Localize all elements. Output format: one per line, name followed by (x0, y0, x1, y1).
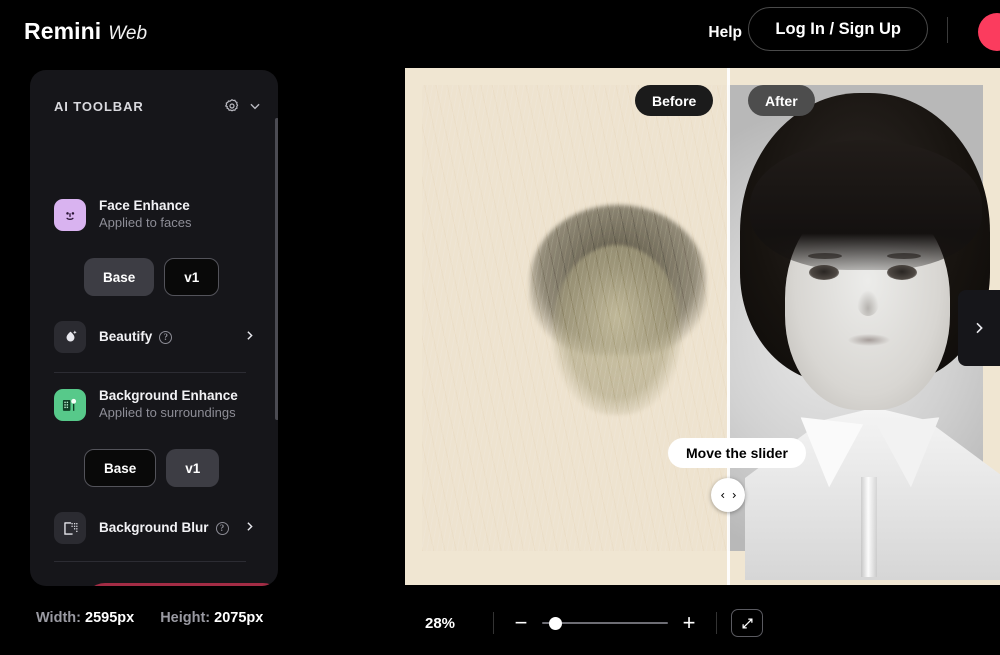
tool-desc: Applied to faces (99, 215, 192, 230)
info-icon[interactable]: ? (215, 521, 229, 535)
header-divider (947, 17, 948, 43)
after-placket (861, 477, 877, 577)
app-root: Remini Web Help Log In / Sign Up AI TOOL… (0, 0, 1000, 655)
before-label-pill[interactable]: Before (635, 85, 714, 116)
after-bangs (750, 140, 982, 270)
face-icon (54, 198, 86, 231)
brand-name: Remini (24, 18, 102, 44)
panel-scrollbar[interactable] (275, 118, 278, 420)
after-mouth (848, 334, 890, 346)
zoom-slider[interactable] (542, 616, 668, 630)
tool-name: Background Blur (99, 520, 209, 535)
width-info: Width: 2595px (36, 610, 134, 626)
after-label-pill[interactable]: After (748, 85, 815, 116)
tool-background-blur[interactable]: Background Blur ? (54, 512, 229, 544)
compare-slider-handle[interactable] (711, 478, 745, 512)
app-logo[interactable]: Remini Web (24, 18, 147, 45)
zoom-controls: 28% − + (425, 605, 763, 641)
panel-title: AI TOOLBAR (54, 98, 144, 114)
before-face (552, 245, 682, 415)
move-slider-tooltip: Move the slider (668, 438, 806, 468)
ai-toolbar-panel: AI TOOLBAR Face Enhance Applied to faces… (30, 70, 278, 586)
variant-v1-button[interactable]: v1 (164, 258, 220, 296)
after-nose (857, 290, 879, 316)
tool-name: Background Enhance (99, 388, 238, 403)
tool-background-enhance[interactable]: Background Enhance Applied to surroundin… (54, 388, 238, 421)
panel-header: AI TOOLBAR (54, 98, 262, 114)
zoom-out-button[interactable]: − (508, 612, 534, 634)
tool-name: Beautify (99, 329, 153, 344)
zoom-in-button[interactable]: + (676, 612, 702, 634)
variant-base-button[interactable]: Base (84, 449, 157, 487)
zoom-percent: 28% (425, 614, 456, 632)
image-dimensions: Width: 2595px Height: 2075px (36, 610, 263, 626)
beautify-icon (54, 321, 86, 353)
background-enhance-icon (54, 388, 86, 421)
zoom-divider-right (716, 612, 717, 634)
after-eye-left (809, 265, 839, 280)
width-value: 2595px (85, 610, 135, 626)
width-label: Width: (36, 610, 81, 626)
expand-icon[interactable] (731, 609, 763, 637)
chevron-down-icon[interactable] (248, 99, 262, 113)
after-brow-left (808, 253, 842, 259)
after-eye-right (887, 265, 917, 280)
chevron-right-icon[interactable] (243, 329, 256, 346)
face-enhance-variants: Base v1 (84, 258, 220, 296)
panel-divider-bottom (54, 561, 246, 562)
tool-desc: Applied to surroundings (99, 405, 236, 420)
help-link[interactable]: Help (708, 24, 742, 42)
chevron-right-icon[interactable] (243, 520, 256, 537)
variant-base-button[interactable]: Base (84, 258, 155, 296)
gear-icon[interactable] (224, 98, 240, 114)
avatar[interactable] (978, 13, 1000, 51)
info-icon[interactable]: ? (159, 330, 173, 344)
variant-v1-button[interactable]: v1 (166, 449, 220, 487)
tool-beautify[interactable]: Beautify ? (54, 321, 254, 353)
tool-face-enhance[interactable]: Face Enhance Applied to faces (54, 198, 192, 231)
panel-divider (54, 372, 246, 373)
zoom-slider-knob[interactable] (549, 617, 562, 630)
after-brow-right (887, 253, 921, 259)
next-image-button[interactable] (958, 290, 1000, 366)
height-info: Height: 2075px (160, 610, 263, 626)
apply-button[interactable]: Apply (84, 583, 278, 586)
image-compare-canvas[interactable]: Remini PHỤC ảnh Cũ ZALO TƯ VẤN 093 8800 … (405, 68, 1000, 585)
tool-name: Face Enhance (99, 198, 190, 213)
top-bar: Remini Web Help Log In / Sign Up (0, 0, 1000, 62)
height-value: 2075px (214, 610, 264, 626)
brand-suffix: Web (108, 23, 148, 44)
height-label: Height: (160, 610, 211, 626)
login-signup-button[interactable]: Log In / Sign Up (748, 7, 928, 51)
background-enhance-variants: Base v1 (84, 449, 220, 487)
background-blur-icon (54, 512, 86, 544)
zoom-divider-left (493, 612, 494, 634)
